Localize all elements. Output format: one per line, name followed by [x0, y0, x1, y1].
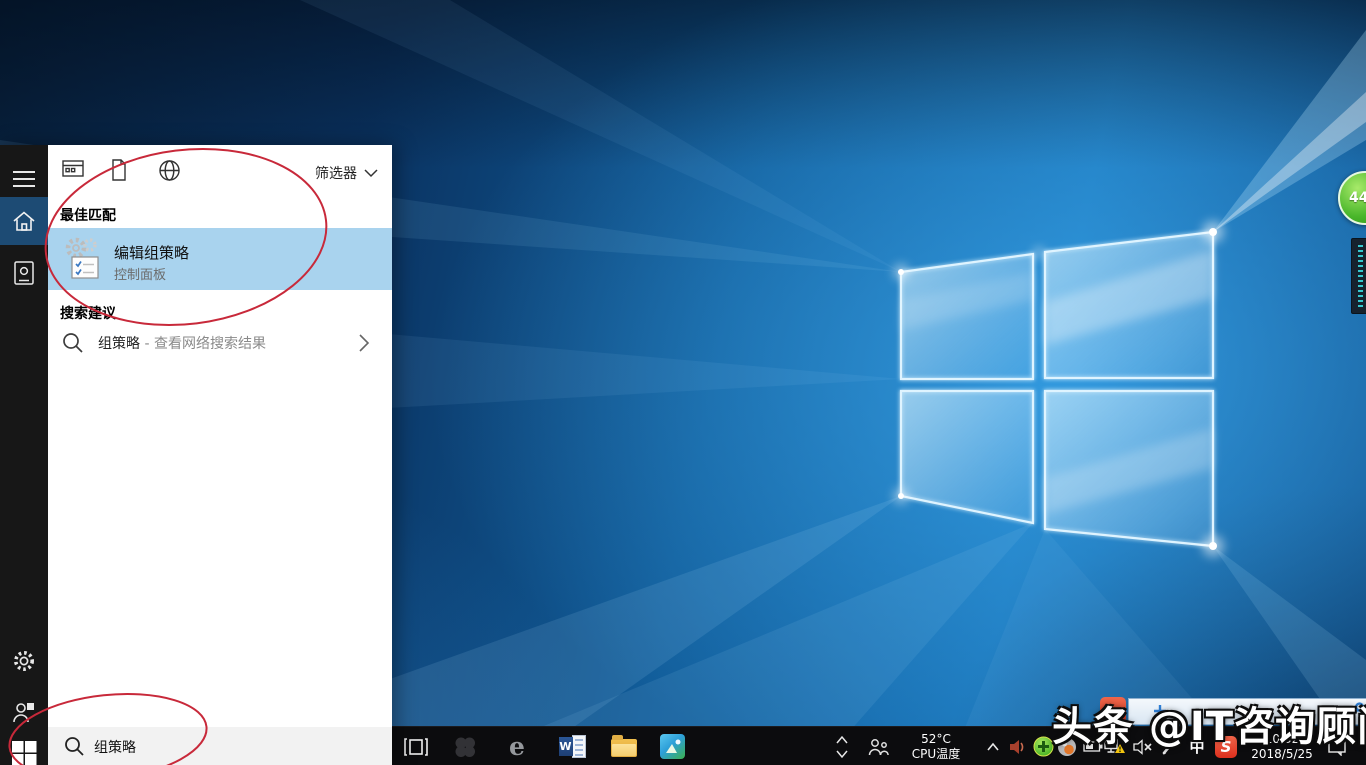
- windows-desktop: 44 头条 @IT咨询顾问 e W: [0, 0, 1366, 765]
- ie-icon: e: [509, 732, 525, 761]
- best-match-title: 编辑组策略: [114, 242, 189, 263]
- task-view-button[interactable]: [401, 727, 431, 765]
- edge-dock-ticks: [1358, 245, 1363, 307]
- suggestion-query: 组策略: [98, 336, 140, 352]
- contact-card-icon: [13, 260, 35, 287]
- search-results-pane: 筛选器 最佳匹配 编辑组策略 控制面板 搜索建议: [48, 145, 392, 727]
- gear-icon: [11, 648, 37, 674]
- word-icon: W: [559, 735, 586, 758]
- home-icon: [12, 210, 36, 233]
- cpu-temp-value: 52°C: [912, 732, 960, 747]
- watermark-text: 头条 @IT咨询顾问: [1052, 694, 1366, 752]
- image-viewer-button[interactable]: [656, 727, 688, 765]
- contact-card-tab[interactable]: [0, 249, 48, 297]
- search-box-icon: [64, 736, 84, 756]
- taskbar-search-input[interactable]: [92, 733, 376, 761]
- suggestion-hint: - 查看网络搜索结果: [140, 336, 266, 352]
- apps-filter-button[interactable]: [62, 159, 84, 183]
- windows-logo-icon: [12, 741, 37, 765]
- chevron-down-icon: [364, 169, 378, 178]
- web-filter-button[interactable]: [158, 159, 181, 186]
- documents-filter-button[interactable]: [110, 159, 128, 185]
- web-suggestion-item[interactable]: 组策略 - 查看网络搜索结果: [48, 323, 392, 363]
- chevron-right-icon[interactable]: [358, 333, 370, 353]
- documents-filter-icon: [110, 159, 128, 181]
- internet-explorer-button[interactable]: e: [502, 727, 532, 765]
- home-tab[interactable]: [0, 197, 48, 245]
- cpu-temperature-widget[interactable]: 52°C CPU温度: [900, 727, 972, 765]
- taskbar-search-box[interactable]: [48, 727, 392, 765]
- pinwheel-app-button[interactable]: [450, 727, 480, 765]
- best-match-result[interactable]: 编辑组策略 控制面板: [48, 228, 392, 290]
- filter-dropdown[interactable]: 筛选器: [315, 163, 378, 183]
- audio-device-icon[interactable]: [1005, 727, 1029, 765]
- edge-dock-handle[interactable]: [1351, 238, 1366, 314]
- group-policy-icon: [60, 236, 106, 282]
- settings-button[interactable]: [0, 637, 48, 685]
- tray-scroll-arrows[interactable]: [833, 727, 851, 765]
- best-match-subtitle: 控制面板: [114, 264, 166, 283]
- search-panel-rail: [0, 145, 48, 765]
- best-match-heading: 最佳匹配: [60, 205, 116, 225]
- suggestions-heading: 搜索建议: [60, 303, 116, 323]
- hamburger-icon: [12, 170, 36, 188]
- feedback-person-icon: [12, 700, 36, 724]
- start-button[interactable]: [0, 729, 48, 765]
- people-icon[interactable]: [866, 727, 892, 765]
- menu-button[interactable]: [0, 155, 48, 203]
- web-filter-icon: [158, 159, 181, 182]
- cpu-temp-label: CPU温度: [912, 747, 960, 762]
- folder-icon: [611, 739, 637, 757]
- filter-label: 筛选器: [315, 163, 357, 183]
- hidden-icons-chevron[interactable]: [982, 727, 1004, 765]
- search-icon: [62, 332, 84, 354]
- image-viewer-icon: [660, 734, 685, 759]
- file-explorer-button[interactable]: [608, 727, 640, 765]
- apps-filter-icon: [62, 159, 84, 179]
- word-button[interactable]: W: [556, 727, 588, 765]
